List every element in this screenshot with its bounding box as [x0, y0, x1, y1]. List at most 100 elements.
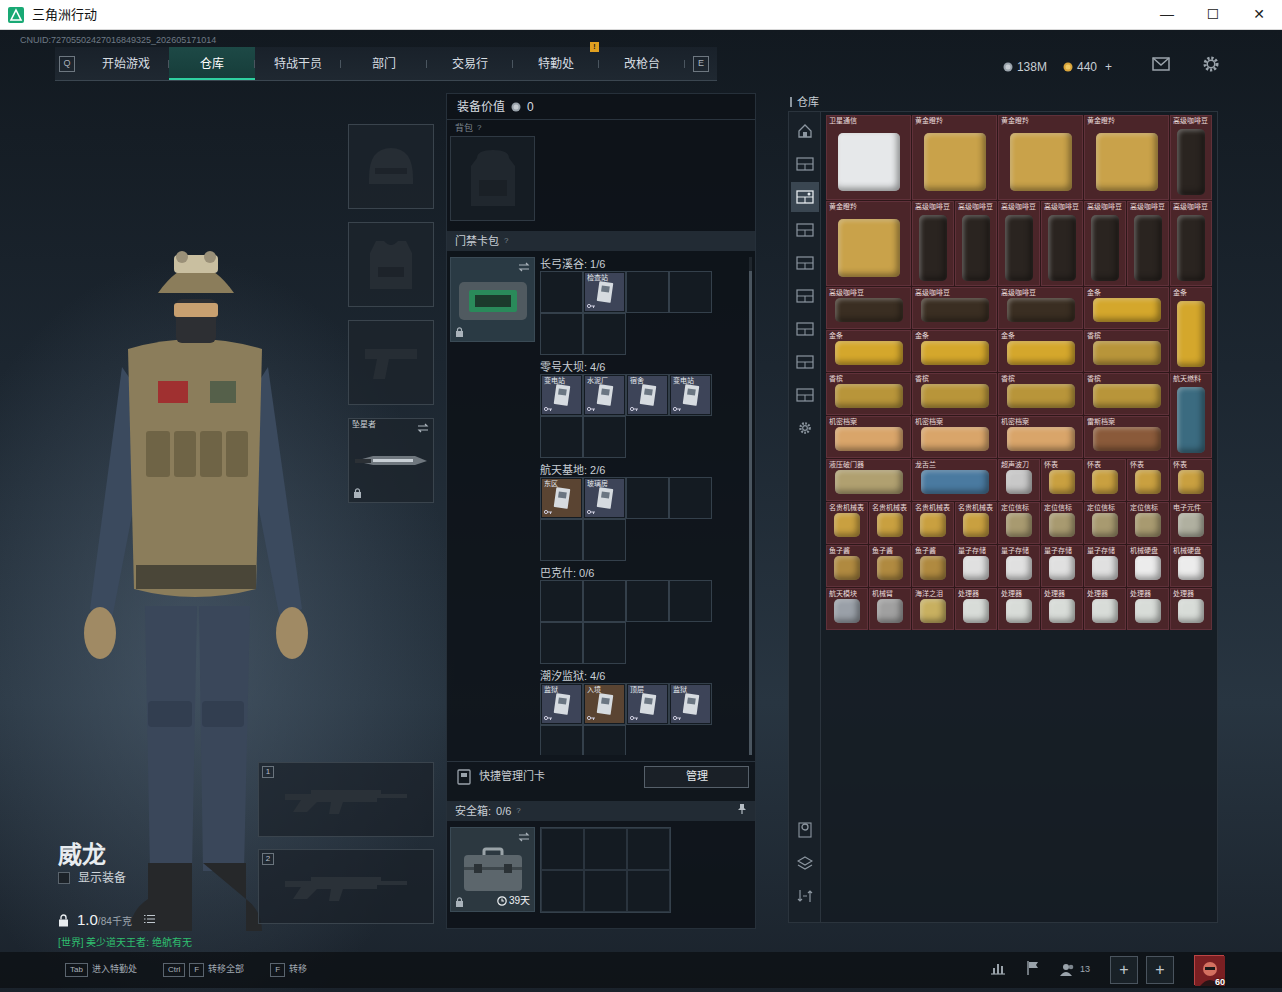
- nav-tab[interactable]: 部门: [341, 47, 427, 80]
- keycard-slot[interactable]: [540, 519, 583, 561]
- nav-tab[interactable]: 仓库: [169, 47, 255, 80]
- inventory-item[interactable]: 航天燃料: [1170, 373, 1212, 458]
- inventory-item[interactable]: 名贵机械表: [912, 502, 954, 544]
- minimize-button[interactable]: —: [1144, 0, 1190, 29]
- equipment-slot[interactable]: 坠星者: [348, 418, 434, 503]
- inventory-item[interactable]: 名贵机械表: [955, 502, 997, 544]
- warehouse-tab[interactable]: [791, 248, 819, 278]
- safe-box-slot[interactable]: [584, 870, 627, 912]
- inventory-item[interactable]: 机械臂: [869, 588, 911, 630]
- keycard[interactable]: 变电站: [542, 376, 581, 414]
- inventory-item[interactable]: 高级咖啡豆: [1041, 201, 1083, 286]
- inventory-item[interactable]: 处理器: [1084, 588, 1126, 630]
- inventory-item[interactable]: 名贵机械表: [826, 502, 868, 544]
- inventory-item[interactable]: 电子元件: [1170, 502, 1212, 544]
- equipment-slot[interactable]: [348, 222, 434, 307]
- pin-button[interactable]: [737, 803, 747, 820]
- inventory-item[interactable]: 高级咖啡豆: [1170, 115, 1212, 200]
- inventory-item[interactable]: 机械硬盘: [1170, 545, 1212, 587]
- keycard-slot[interactable]: [540, 271, 583, 313]
- inventory-item[interactable]: 机密档案: [912, 416, 997, 458]
- inventory-item[interactable]: 机械硬盘: [1127, 545, 1169, 587]
- nav-tab[interactable]: 交易行: [427, 47, 513, 80]
- inventory-item[interactable]: 高级咖啡豆: [1170, 201, 1212, 286]
- weapon-slot[interactable]: 2: [258, 849, 434, 924]
- inventory-item[interactable]: 金条: [1084, 287, 1169, 329]
- inventory-item[interactable]: 处理器: [1127, 588, 1169, 630]
- keycard-slot[interactable]: [626, 580, 669, 622]
- inventory-item[interactable]: 金条: [826, 330, 911, 372]
- inventory-item[interactable]: 海洋之泪: [912, 588, 954, 630]
- inventory-item[interactable]: 高级咖啡豆: [826, 287, 911, 329]
- inventory-item[interactable]: 超声波刀: [998, 459, 1040, 501]
- scrollbar[interactable]: [749, 257, 752, 755]
- inventory-item[interactable]: 香槟: [1084, 330, 1169, 372]
- inventory-item[interactable]: 龙舌兰: [912, 459, 997, 501]
- keycard-slot[interactable]: [540, 313, 583, 355]
- inventory-item[interactable]: 航天模块: [826, 588, 868, 630]
- inventory-item[interactable]: 怀表: [1084, 459, 1126, 501]
- inventory-item[interactable]: 香槟: [912, 373, 997, 415]
- inventory-item[interactable]: 量子存储: [1041, 545, 1083, 587]
- keycard-slot[interactable]: [540, 580, 583, 622]
- warehouse-tab[interactable]: [791, 347, 819, 377]
- show-equipment-checkbox[interactable]: [58, 872, 70, 884]
- warehouse-tab[interactable]: [791, 314, 819, 344]
- key-hint[interactable]: Tab进入特勤处: [65, 963, 137, 977]
- keycard[interactable]: 东区: [542, 479, 581, 517]
- safe-box-slot[interactable]: [627, 828, 670, 870]
- inventory-item[interactable]: 高级咖啡豆: [998, 201, 1040, 286]
- inventory-item[interactable]: 液压破门器: [826, 459, 911, 501]
- inventory-item[interactable]: 怀表: [1041, 459, 1083, 501]
- keycard-slot[interactable]: [669, 477, 712, 519]
- keycard-slot[interactable]: [626, 271, 669, 313]
- inventory-item[interactable]: 鱼子酱: [912, 545, 954, 587]
- inventory-item[interactable]: 怀表: [1170, 459, 1212, 501]
- keycard-slot[interactable]: 监狱: [540, 683, 583, 725]
- close-button[interactable]: ✕: [1236, 0, 1282, 29]
- keycard-slot[interactable]: 变电站: [540, 374, 583, 416]
- weight-details-button[interactable]: [144, 911, 155, 929]
- keycard-slot[interactable]: 检查站: [583, 271, 626, 313]
- inventory-item[interactable]: 定位信标: [1084, 502, 1126, 544]
- weapon-slot[interactable]: 1: [258, 762, 434, 837]
- nav-tab[interactable]: 特勤处!: [513, 47, 599, 80]
- warehouse-tab[interactable]: [791, 149, 819, 179]
- inventory-item[interactable]: 机密档案: [998, 416, 1083, 458]
- help-icon[interactable]: ?: [516, 805, 520, 817]
- keycard-slot[interactable]: 变电站: [669, 374, 712, 416]
- keycard-slot[interactable]: [540, 416, 583, 458]
- keycard[interactable]: 入境: [585, 685, 624, 723]
- keycard-slot[interactable]: 入境: [583, 683, 626, 725]
- mail-button[interactable]: [1152, 57, 1170, 76]
- warehouse-tool[interactable]: [791, 881, 819, 911]
- keycard-slot[interactable]: 水泥厂: [583, 374, 626, 416]
- backpack-slot[interactable]: [450, 136, 535, 221]
- help-icon[interactable]: ?: [477, 122, 481, 134]
- safe-box-slot[interactable]: [584, 828, 627, 870]
- inventory-item[interactable]: 高级咖啡豆: [1127, 201, 1169, 286]
- keycard-slot[interactable]: [583, 416, 626, 458]
- inventory-item[interactable]: 名贵机械表: [869, 502, 911, 544]
- inventory-item[interactable]: 黄金瞪羚: [826, 201, 911, 286]
- inventory-item[interactable]: 黄金瞪羚: [1084, 115, 1169, 200]
- inventory-item[interactable]: 高级咖啡豆: [1084, 201, 1126, 286]
- keycard-slot[interactable]: [583, 725, 626, 755]
- inventory-item[interactable]: 处理器: [1041, 588, 1083, 630]
- warehouse-tab[interactable]: [791, 215, 819, 245]
- safe-box-slot[interactable]: [541, 870, 584, 912]
- inventory-item[interactable]: 雷斯档案: [1084, 416, 1169, 458]
- inventory-item[interactable]: 机密档案: [826, 416, 911, 458]
- inventory-item[interactable]: 鱼子酱: [869, 545, 911, 587]
- inventory-item[interactable]: 金条: [912, 330, 997, 372]
- inventory-item[interactable]: 定位信标: [1041, 502, 1083, 544]
- settings-button[interactable]: [1202, 55, 1220, 78]
- next-tab-key[interactable]: E: [693, 56, 709, 72]
- key-hint[interactable]: CtrlF转移全部: [163, 963, 244, 977]
- keycard-slot[interactable]: [626, 477, 669, 519]
- inventory-item[interactable]: 定位信标: [1127, 502, 1169, 544]
- inventory-item[interactable]: 高级咖啡豆: [912, 287, 997, 329]
- scrollbar-thumb[interactable]: [749, 271, 752, 755]
- keycard-slot[interactable]: [540, 725, 583, 755]
- keycard[interactable]: 宿舍: [628, 376, 667, 414]
